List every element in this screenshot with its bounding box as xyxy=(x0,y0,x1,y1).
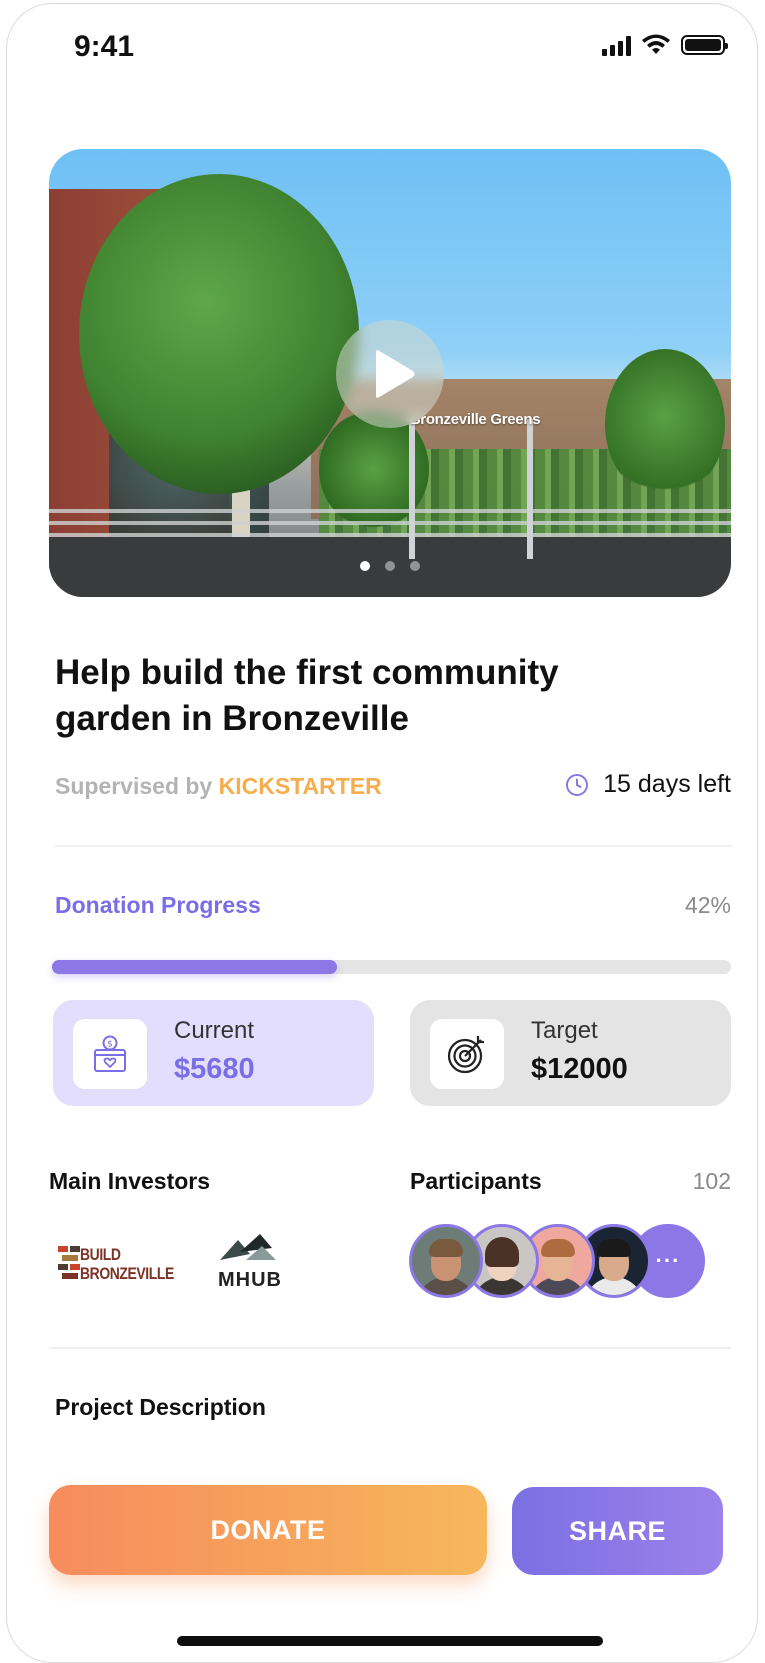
target-amount-card: Target $12000 xyxy=(410,1000,731,1106)
wifi-icon xyxy=(642,34,670,54)
clock-icon xyxy=(566,773,589,796)
sign-post xyxy=(409,419,415,559)
status-time: 9:41 xyxy=(74,30,135,63)
more-participants-label: ··· xyxy=(655,1248,681,1273)
avatar[interactable] xyxy=(409,1224,483,1298)
progress-bar xyxy=(52,960,731,974)
sign-post xyxy=(527,419,533,559)
carousel-dot[interactable] xyxy=(385,561,395,571)
hero-tree xyxy=(605,349,725,499)
donation-progress-label: Donation Progress xyxy=(55,892,261,918)
build-bronzeville-text: BUILD BRONZEVILLE xyxy=(80,1245,174,1283)
home-indicator[interactable] xyxy=(177,1636,603,1646)
target-value: $12000 xyxy=(531,1053,628,1085)
status-icons xyxy=(602,34,728,56)
cellular-signal-icon xyxy=(602,34,631,56)
divider xyxy=(49,1347,731,1349)
donation-box-icon: $ xyxy=(73,1019,147,1089)
participants-avatars[interactable]: ··· xyxy=(409,1224,709,1304)
play-video-button[interactable] xyxy=(336,320,444,428)
participants-title: Participants xyxy=(410,1168,542,1194)
divider xyxy=(55,845,731,847)
current-value: $5680 xyxy=(174,1053,255,1085)
svg-text:$: $ xyxy=(107,1040,113,1050)
battery-icon xyxy=(681,35,728,55)
mhub-mark xyxy=(220,1234,276,1260)
mhub-text: MHUB xyxy=(218,1269,282,1291)
carousel-dot[interactable] xyxy=(410,561,420,571)
supervisor-link[interactable]: KICKSTARTER xyxy=(219,773,382,799)
current-amount-card: $ Current $5680 xyxy=(53,1000,374,1106)
days-left-text: 15 days left xyxy=(603,770,731,798)
current-label: Current xyxy=(174,1017,255,1044)
days-left: 15 days left xyxy=(565,770,731,799)
progress-bar-fill xyxy=(52,960,338,974)
main-investors-title: Main Investors xyxy=(49,1168,211,1194)
logo-line: BUILD xyxy=(79,1245,121,1264)
hero-tree xyxy=(79,174,359,494)
project-hero-media[interactable]: Bronzeville Greens xyxy=(49,149,731,597)
target-label: Target xyxy=(531,1017,598,1044)
participants-count: 102 xyxy=(692,1168,731,1194)
play-icon xyxy=(376,350,415,398)
project-description-title: Project Description xyxy=(55,1394,266,1420)
carousel-dot[interactable] xyxy=(360,561,370,571)
build-bronzeville-mark xyxy=(58,1244,80,1284)
project-title: Help build the first community garden in… xyxy=(55,653,559,738)
target-icon xyxy=(430,1019,504,1089)
logo-line: BRONZEVILLE xyxy=(79,1264,174,1283)
donate-button[interactable]: DONATE xyxy=(49,1485,487,1575)
build-bronzeville-logo[interactable]: BUILD BRONZEVILLE xyxy=(58,1240,194,1288)
donation-progress-percent: 42% xyxy=(684,892,731,918)
supervised-prefix: Supervised by xyxy=(55,773,213,799)
mhub-logo[interactable]: MHUB xyxy=(216,1232,286,1292)
share-button[interactable]: SHARE xyxy=(512,1487,723,1575)
carousel-dots xyxy=(49,561,731,571)
supervised-by: Supervised by KICKSTARTER xyxy=(55,773,382,800)
